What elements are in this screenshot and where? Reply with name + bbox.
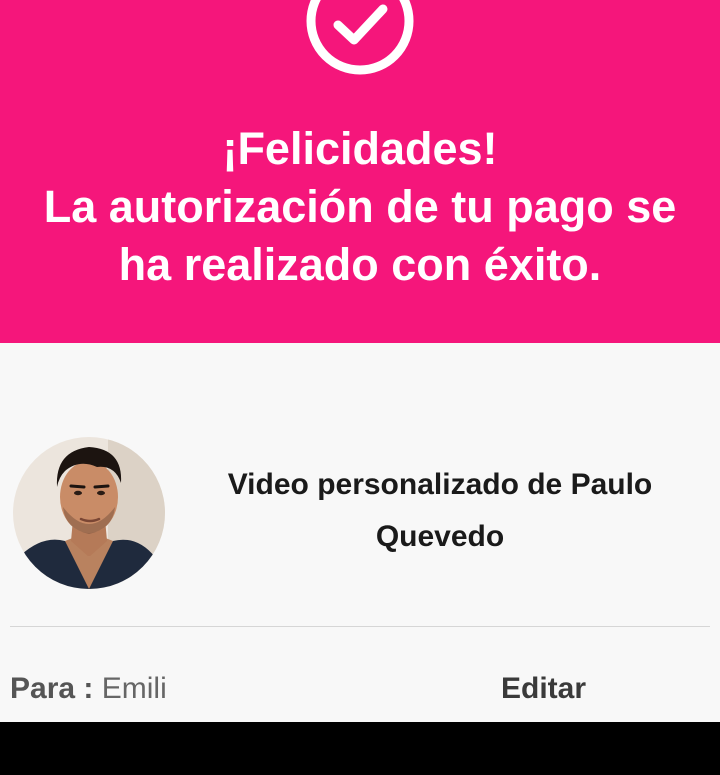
celebrity-avatar	[13, 437, 165, 589]
check-circle-icon	[306, 0, 414, 75]
success-banner: ¡Felicidades! La autorización de tu pago…	[0, 0, 720, 343]
product-title-line: Video personalizado de Paulo	[227, 468, 653, 501]
payment-success-screen: ¡Felicidades! La autorización de tu pago…	[0, 0, 720, 775]
product-title-line: Quevedo	[375, 520, 505, 553]
divider	[10, 626, 710, 627]
avatar-illustration	[13, 437, 165, 589]
recipient-value: Emili	[101, 672, 167, 705]
recipient-label: Para :	[10, 672, 94, 705]
success-message-line: La autorización de tu pago se	[43, 181, 677, 232]
success-message: ¡Felicidades! La autorización de tu pago…	[0, 120, 720, 294]
success-message-line: ha realizado con éxito.	[118, 239, 602, 290]
product-title: Video personalizado de Paulo Quevedo	[175, 459, 705, 563]
edit-button[interactable]: Editar	[501, 670, 586, 708]
bottom-black-bar	[0, 722, 720, 775]
recipient-row: Para : Emili	[10, 670, 167, 708]
congrats-heading: ¡Felicidades!	[222, 123, 498, 174]
